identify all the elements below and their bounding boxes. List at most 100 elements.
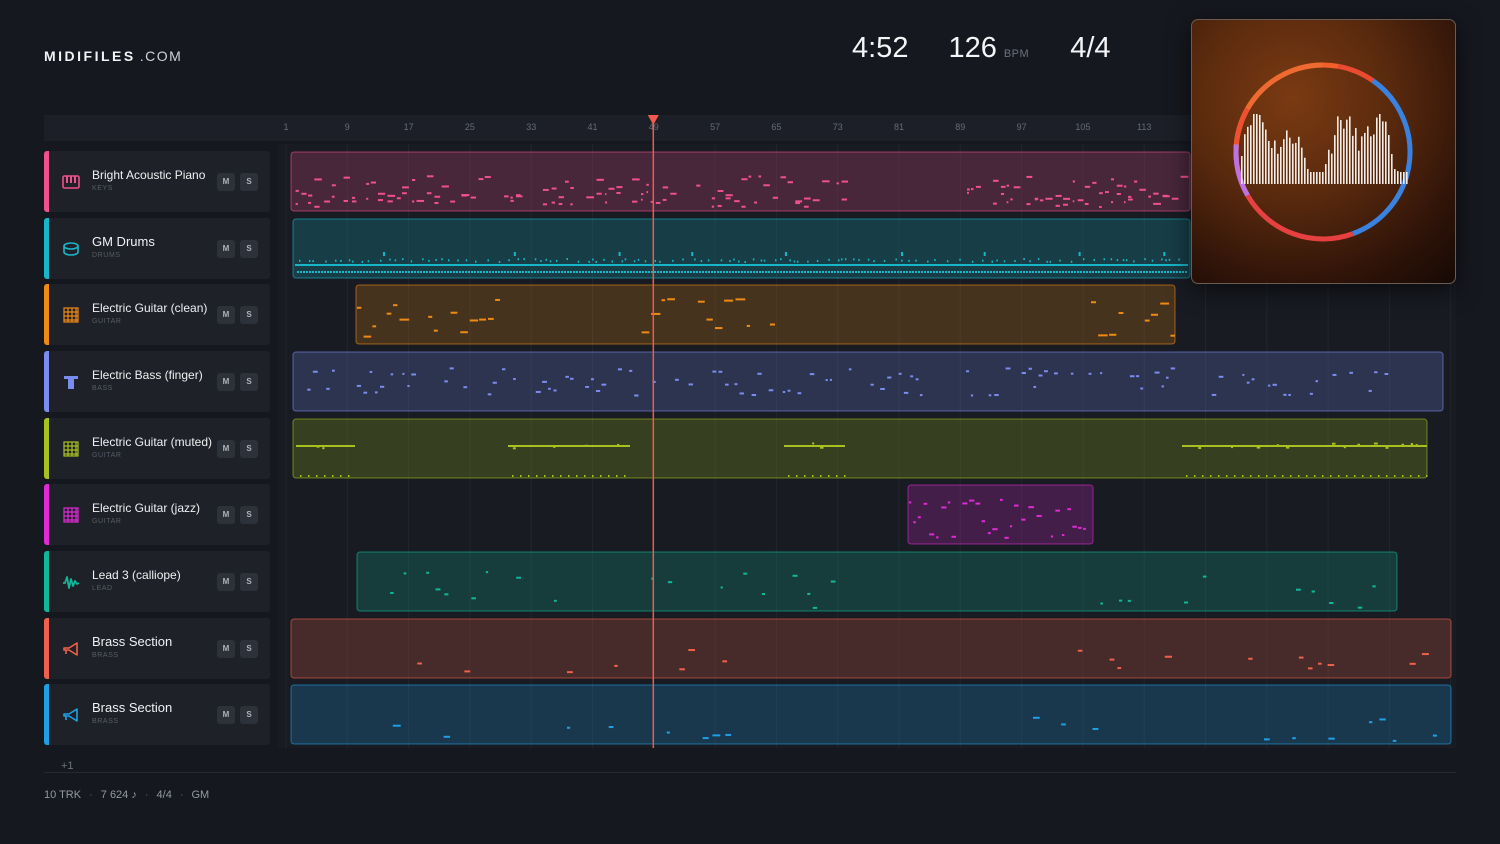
mute-button[interactable]: M [217, 306, 235, 324]
mute-button[interactable]: M [217, 573, 235, 591]
mute-button[interactable]: M [217, 506, 235, 524]
note [841, 258, 843, 261]
solo-button[interactable]: S [240, 573, 258, 591]
note [378, 271, 380, 273]
mute-button[interactable]: M [217, 440, 235, 458]
note [726, 271, 728, 273]
mute-button[interactable]: M [217, 240, 235, 258]
note [308, 201, 312, 204]
more-tracks-indicator[interactable]: +1 [61, 760, 74, 772]
solo-button[interactable]: S [240, 440, 258, 458]
bar-number-label: 97 [1017, 122, 1027, 132]
note [1118, 312, 1124, 315]
note [1116, 271, 1118, 273]
mute-button[interactable]: M [217, 640, 235, 658]
track-header[interactable]: Brass Section BRASS M S [44, 684, 270, 745]
note [852, 271, 854, 273]
note [987, 532, 991, 535]
track-header[interactable]: GM Drums DRUMS M S [44, 218, 270, 279]
note [675, 271, 677, 273]
note [548, 387, 551, 390]
track-header[interactable]: Electric Guitar (muted) GUITAR M S [44, 418, 270, 479]
note [1059, 271, 1061, 273]
track-header[interactable]: Electric Guitar (clean) GUITAR M S [44, 284, 270, 345]
solo-button[interactable]: S [240, 640, 258, 658]
note [1231, 446, 1234, 449]
note [428, 259, 430, 262]
note [651, 271, 653, 273]
note [1140, 271, 1142, 273]
note [314, 205, 320, 208]
clip-region [290, 151, 1191, 212]
note [1266, 475, 1268, 477]
mute-button[interactable]: M [217, 173, 235, 191]
note [858, 259, 860, 262]
track-header[interactable]: Electric Bass (finger) BASS M S [44, 351, 270, 412]
note [321, 271, 323, 273]
note [1155, 271, 1157, 273]
track-header[interactable]: Bright Acoustic Piano KEYS M S [44, 151, 270, 212]
visualizer-bar [1295, 142, 1297, 184]
note [1173, 271, 1175, 273]
note [435, 588, 441, 591]
visualizer-bar [1298, 136, 1300, 184]
note [959, 258, 961, 261]
track-color-stripe [44, 418, 49, 479]
note [934, 259, 936, 262]
note [540, 259, 542, 262]
note [954, 271, 956, 273]
note [1162, 194, 1168, 197]
solo-button[interactable]: S [240, 506, 258, 524]
note [1043, 370, 1048, 373]
note [300, 475, 302, 477]
note [1122, 259, 1125, 262]
note [1036, 514, 1042, 517]
note [809, 373, 815, 376]
mute-button[interactable]: M [217, 706, 235, 724]
note [492, 381, 497, 384]
note [978, 271, 980, 273]
note [639, 271, 641, 273]
note [753, 271, 755, 273]
note [560, 475, 562, 477]
note [456, 271, 458, 273]
note [444, 380, 448, 383]
note [798, 271, 800, 273]
note [844, 258, 847, 261]
note [416, 199, 425, 202]
note [684, 271, 686, 273]
note [825, 379, 828, 382]
note [819, 446, 824, 449]
note [366, 197, 369, 200]
note [796, 260, 799, 263]
solo-button[interactable]: S [240, 373, 258, 391]
note [312, 370, 318, 373]
note [333, 271, 335, 273]
track-header[interactable]: Lead 3 (calliope) LEAD M S [44, 551, 270, 612]
note [1164, 271, 1166, 273]
solo-button[interactable]: S [240, 240, 258, 258]
solo-button[interactable]: S [240, 173, 258, 191]
note [545, 258, 547, 261]
note [714, 327, 723, 330]
track-header[interactable]: Electric Guitar (jazz) GUITAR M S [44, 484, 270, 545]
note [1023, 258, 1025, 261]
visualizer-bar [1367, 126, 1369, 184]
solo-button[interactable]: S [240, 306, 258, 324]
note [464, 670, 471, 673]
note [585, 444, 588, 447]
note [399, 271, 401, 273]
mute-button[interactable]: M [217, 373, 235, 391]
note [1032, 271, 1034, 273]
track-header[interactable]: Brass Section BRASS M S [44, 618, 270, 679]
note [492, 271, 494, 273]
note [417, 271, 419, 273]
note [718, 370, 723, 373]
note [612, 271, 614, 273]
solo-button[interactable]: S [240, 706, 258, 724]
note [367, 260, 370, 263]
note [1014, 271, 1016, 273]
note [517, 258, 520, 261]
note [1133, 260, 1135, 263]
track-name: Brass Section [92, 700, 173, 715]
